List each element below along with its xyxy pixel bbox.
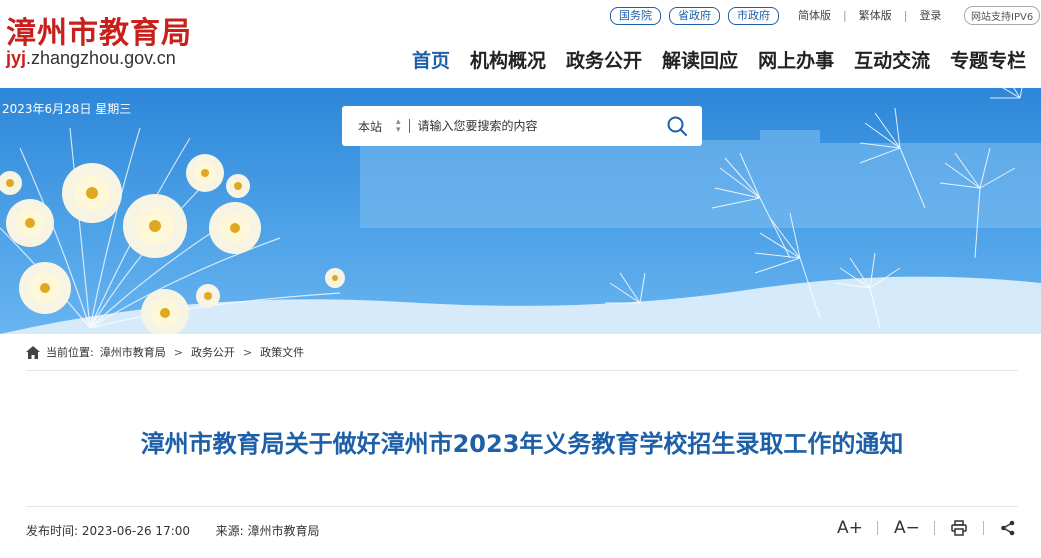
source-value: 漳州市教育局: [247, 524, 320, 538]
gov-link-city[interactable]: 市政府: [728, 7, 779, 25]
search-icon[interactable]: [666, 115, 688, 137]
chevron-right-icon: >: [242, 345, 253, 359]
print-icon[interactable]: [951, 520, 967, 536]
updown-arrows-icon[interactable]: ▴ ▾: [396, 118, 401, 135]
divider: |: [903, 8, 908, 22]
divider: [983, 521, 984, 535]
source-label: 来源:: [215, 524, 244, 538]
domain-suffix: .zhangzhou.gov.cn: [26, 48, 176, 68]
article-title: 漳州市教育局关于做好漳州市2023年义务教育学校招生录取工作的通知: [140, 430, 904, 458]
site-domain: jyj.zhangzhou.gov.cn: [6, 48, 176, 69]
search-scope-select[interactable]: 本站: [358, 118, 382, 135]
breadcrumb-item-affairs[interactable]: 政务公开: [191, 344, 235, 360]
divider: [408, 119, 410, 133]
font-increase-button[interactable]: A+: [837, 518, 863, 538]
search-bar: 本站 ▴ ▾: [342, 106, 702, 146]
breadcrumb-label: 当前位置:: [46, 346, 94, 359]
site-logo[interactable]: 漳州市教育局: [6, 8, 192, 52]
divider: [877, 521, 878, 535]
divider: [26, 506, 1018, 507]
nav-interaction[interactable]: 互动交流: [854, 46, 930, 73]
share-icon[interactable]: [1000, 520, 1016, 536]
nav-home[interactable]: 首页: [412, 46, 450, 73]
nav-interpretation[interactable]: 解读回应: [662, 46, 738, 73]
breadcrumb: 当前位置: 漳州市教育局 > 政务公开 > 政策文件: [26, 342, 304, 362]
traditional-chinese-link[interactable]: 繁体版: [859, 7, 892, 23]
divider: [26, 370, 1018, 371]
current-date: 2023年6月28日 星期三: [2, 102, 132, 116]
breadcrumb-item-bureau[interactable]: 漳州市教育局: [100, 344, 166, 360]
publish-label: 发布时间:: [26, 524, 79, 538]
divider: |: [843, 8, 847, 22]
nav-online-services[interactable]: 网上办事: [758, 46, 834, 73]
gov-link-province[interactable]: 省政府: [669, 7, 720, 25]
login-link[interactable]: 登录: [919, 7, 941, 23]
breadcrumb-item-policy[interactable]: 政策文件: [260, 344, 304, 360]
article-tools: A+ A−: [837, 518, 1016, 538]
main-nav: 首页 机构概况 政务公开 解读回应 网上办事 互动交流 专题专栏: [412, 46, 1026, 73]
article-meta: 发布时间: 2023-06-26 17:00 来源: 漳州市教育局: [26, 522, 320, 539]
gov-links: 国务院 省政府 市政府: [610, 7, 779, 25]
simplified-chinese-link[interactable]: 简体版: [798, 7, 831, 23]
chevron-right-icon: >: [173, 345, 183, 359]
nav-organization[interactable]: 机构概况: [470, 46, 546, 73]
nav-government-affairs[interactable]: 政务公开: [566, 46, 642, 73]
utility-links: 简体版 | 繁体版 | 登录: [798, 7, 941, 23]
font-decrease-button[interactable]: A−: [894, 518, 920, 538]
article-container: 当前位置: 漳州市教育局 > 政务公开 > 政策文件 漳州市教育局关于做好漳州市…: [26, 334, 1018, 558]
publish-time: 2023-06-26 17:00: [81, 524, 191, 538]
site-header: 漳州市教育局 jyj.zhangzhou.gov.cn 国务院 省政府 市政府 …: [0, 0, 1041, 88]
domain-prefix: jyj: [6, 48, 27, 68]
nav-special-topics[interactable]: 专题专栏: [950, 46, 1026, 73]
divider: [934, 521, 935, 535]
home-icon: [26, 345, 40, 359]
ipv6-badge: 网站支持IPV6: [964, 6, 1041, 25]
search-input[interactable]: [417, 119, 648, 133]
gov-link-state-council[interactable]: 国务院: [610, 7, 661, 25]
